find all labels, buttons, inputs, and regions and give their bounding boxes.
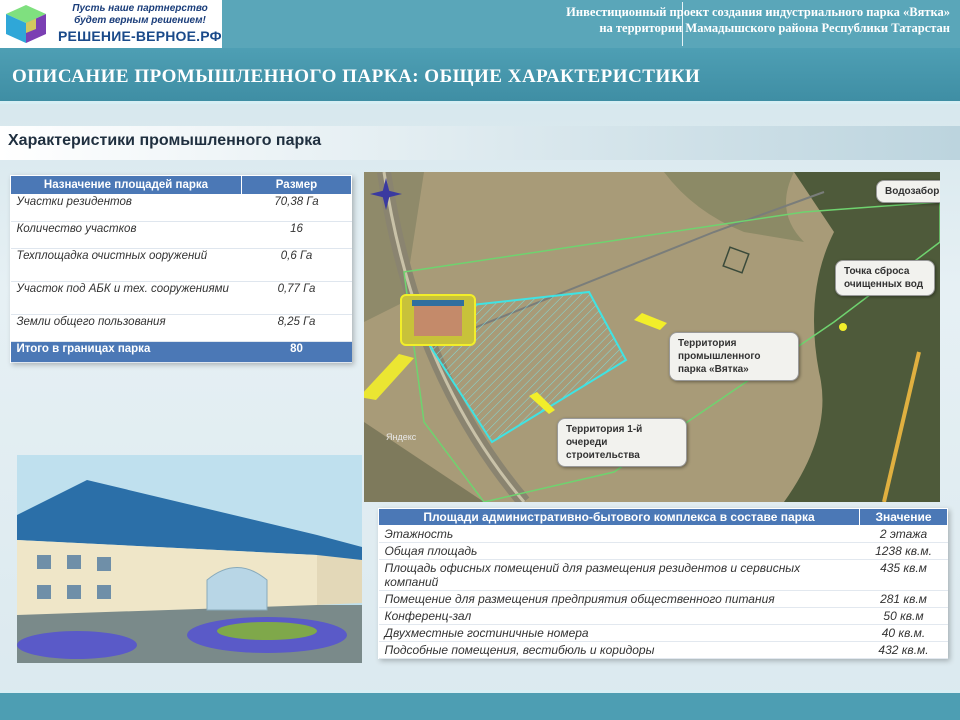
logo-slogan-line2: будет верным решением! [74, 15, 206, 26]
table-cell: 16 [241, 221, 352, 249]
table-cell: 281 кв.м [859, 590, 948, 608]
table-cell: Участки резидентов [10, 194, 242, 222]
table-row: Общая площадь 1238 кв.м. [378, 542, 948, 560]
table-row: Двухместные гостиничные номера 40 кв.м. [378, 624, 948, 642]
subsection-title: Характеристики промышленного парка [8, 132, 322, 149]
logo-slogan: Пусть наше партнерство будет верным реше… [70, 3, 210, 27]
table-header-row: Назначение площадей парка Размер [10, 175, 352, 195]
vodozabor-label: Водозабор [876, 180, 940, 203]
table-cell: 40 кв.м. [859, 624, 948, 642]
stage1-territory-label: Территория 1-й очереди строительства [557, 418, 687, 467]
compass-icon [370, 178, 402, 210]
table-cell: Техплощадка очистных ооружений [10, 248, 242, 282]
table-cell: 8,25 Га [241, 314, 352, 342]
building-rendering [17, 455, 362, 663]
project-title: Инвестиционный проект создания индустриа… [566, 4, 950, 36]
table-cell: Общая площадь [378, 542, 860, 560]
cube-logo-icon [6, 5, 46, 43]
table-cell: 1238 кв.м. [859, 542, 948, 560]
table-row: Техплощадка очистных ооружений 0,6 Га [10, 248, 352, 282]
table-cell: 435 кв.м [859, 559, 948, 591]
table-cell: 80 [241, 341, 352, 363]
table-row: Площадь офисных помещений для размещения… [378, 559, 948, 591]
table-cell: Участок под АБК и тех. сооружениями [10, 281, 242, 315]
table-cell: 50 кв.м [859, 607, 948, 625]
project-title-line2: на территории Мамадышского района Респуб… [599, 21, 950, 35]
park-territory-label: Территория промышленного парка «Вятка» [669, 332, 799, 381]
footer-band [0, 690, 960, 720]
table-row: Количество участков 16 [10, 221, 352, 249]
table-cell: Этажность [378, 525, 860, 543]
table-total-row: Итого в границах парка 80 [10, 341, 352, 363]
logo[interactable]: Пусть наше партнерство будет верным реше… [0, 0, 223, 48]
logo-name: РЕШЕНИЕ-ВЕРНОЕ.РФ [58, 28, 222, 44]
section-title: ОПИСАНИЕ ПРОМЫШЛЕННОГО ПАРКА: ОБЩИЕ ХАРА… [12, 66, 701, 87]
table-cell: 0,77 Га [241, 281, 352, 315]
table-row: Земли общего пользования 8,25 Га [10, 314, 352, 342]
table-row: Участок под АБК и тех. сооружениями 0,77… [10, 281, 352, 315]
table-cell: Итого в границах парка [10, 341, 242, 363]
table-cell: 0,6 Га [241, 248, 352, 282]
table-row: Помещение для размещения предприятия общ… [378, 590, 948, 608]
table-cell: Двухместные гостиничные номера [378, 624, 860, 642]
table-cell: 70,38 Га [241, 194, 352, 222]
table-cell: 432 кв.м. [859, 641, 948, 659]
admin-complex-table: Площади административно-бытового комплек… [378, 508, 948, 659]
subsection-band: Характеристики промышленного парка [0, 126, 960, 160]
table-row: Подсобные помещения, вестибюль и коридор… [378, 641, 948, 659]
table-header-row: Площади административно-бытового комплек… [378, 508, 948, 526]
park-characteristics-table: Назначение площадей парка Размер Участки… [10, 175, 352, 363]
table-row: Участки резидентов 70,38 Га [10, 194, 352, 222]
building-thumbnail-icon [400, 294, 476, 346]
column-header: Значение [859, 508, 948, 526]
table-cell: Конференц-зал [378, 607, 860, 625]
discharge-point-label: Точка сброса очищенных вод [835, 260, 935, 296]
table-cell: Количество участков [10, 221, 242, 249]
table-row: Конференц-зал 50 кв.м [378, 607, 948, 625]
table-cell: Помещение для размещения предприятия общ… [378, 590, 860, 608]
project-title-line1: Инвестиционный проект создания индустриа… [566, 5, 950, 19]
header-band: Инвестиционный проект создания индустриа… [222, 0, 960, 48]
section-band: ОПИСАНИЕ ПРОМЫШЛЕННОГО ПАРКА: ОБЩИЕ ХАРА… [0, 48, 960, 104]
table-row: Этажность 2 этажа [378, 525, 948, 543]
table-cell: 2 этажа [859, 525, 948, 543]
building-rendering-graphic [17, 455, 362, 663]
column-header: Размер [241, 175, 352, 195]
table-cell: Земли общего пользования [10, 314, 242, 342]
map-watermark: Яндекс [386, 432, 417, 442]
top-bar: Пусть наше партнерство будет верным реше… [0, 0, 960, 48]
column-header: Площади административно-бытового комплек… [378, 508, 860, 526]
column-header: Назначение площадей парка [10, 175, 242, 195]
logo-slogan-line1: Пусть наше партнерство [72, 3, 208, 14]
table-cell: Подсобные помещения, вестибюль и коридор… [378, 641, 860, 659]
site-map: Водозабор Точка сброса очищенных вод Тер… [364, 172, 940, 502]
table-cell: Площадь офисных помещений для размещения… [378, 559, 860, 591]
